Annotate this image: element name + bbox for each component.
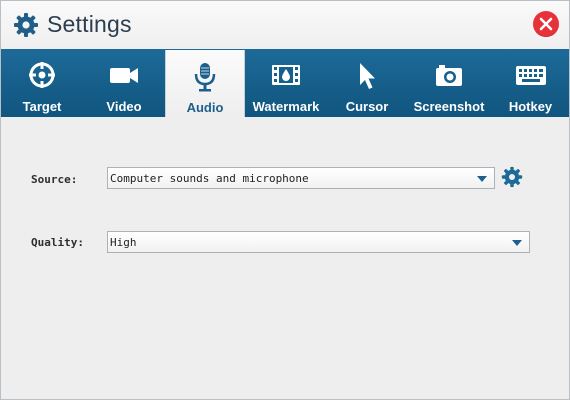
tab-label: Hotkey <box>508 99 553 114</box>
close-icon <box>539 17 553 31</box>
quality-value: High <box>110 236 137 249</box>
quality-label: Quality: <box>31 236 84 249</box>
tab-label: Target <box>22 99 62 114</box>
chevron-down-icon <box>512 240 522 246</box>
tab-label: Watermark <box>252 99 320 114</box>
cursor-arrow-icon <box>328 61 406 89</box>
tab-label: Video <box>106 99 142 114</box>
watermark-film-icon <box>244 61 328 89</box>
camera-icon <box>406 61 492 89</box>
tab-cursor[interactable]: Cursor <box>328 49 406 117</box>
source-value: Computer sounds and microphone <box>110 172 309 185</box>
source-dropdown[interactable]: Computer sounds and microphone <box>107 167 495 189</box>
chevron-down-icon <box>477 176 487 182</box>
title-bar[interactable]: Settings <box>1 1 569 49</box>
tab-label: Screenshot <box>413 99 485 114</box>
source-settings-gear-icon[interactable] <box>501 166 523 188</box>
tab-video[interactable]: Video <box>83 49 165 117</box>
tab-target[interactable]: Target <box>1 49 83 117</box>
video-camera-icon <box>83 61 165 89</box>
target-icon <box>1 61 83 89</box>
close-button[interactable] <box>533 11 559 37</box>
keyboard-icon <box>492 61 569 89</box>
window-title: Settings <box>47 11 132 37</box>
tab-label: Cursor <box>345 99 389 114</box>
microphone-icon <box>166 62 244 92</box>
gear-icon <box>13 12 39 38</box>
tab-hotkey[interactable]: Hotkey <box>492 49 569 117</box>
tab-bar: Target Video Audio Watermark Cursor Scre… <box>1 49 569 117</box>
tab-screenshot[interactable]: Screenshot <box>406 49 492 117</box>
tab-label: Audio <box>186 100 224 115</box>
quality-dropdown[interactable]: High <box>107 231 530 253</box>
tab-audio[interactable]: Audio <box>165 50 245 117</box>
tab-watermark[interactable]: Watermark <box>244 49 328 117</box>
settings-window: Settings Target Video Audio Watermark Cu… <box>0 0 570 400</box>
source-label: Source: <box>31 173 78 186</box>
audio-settings-panel: Source: Computer sounds and microphone Q… <box>1 117 569 399</box>
